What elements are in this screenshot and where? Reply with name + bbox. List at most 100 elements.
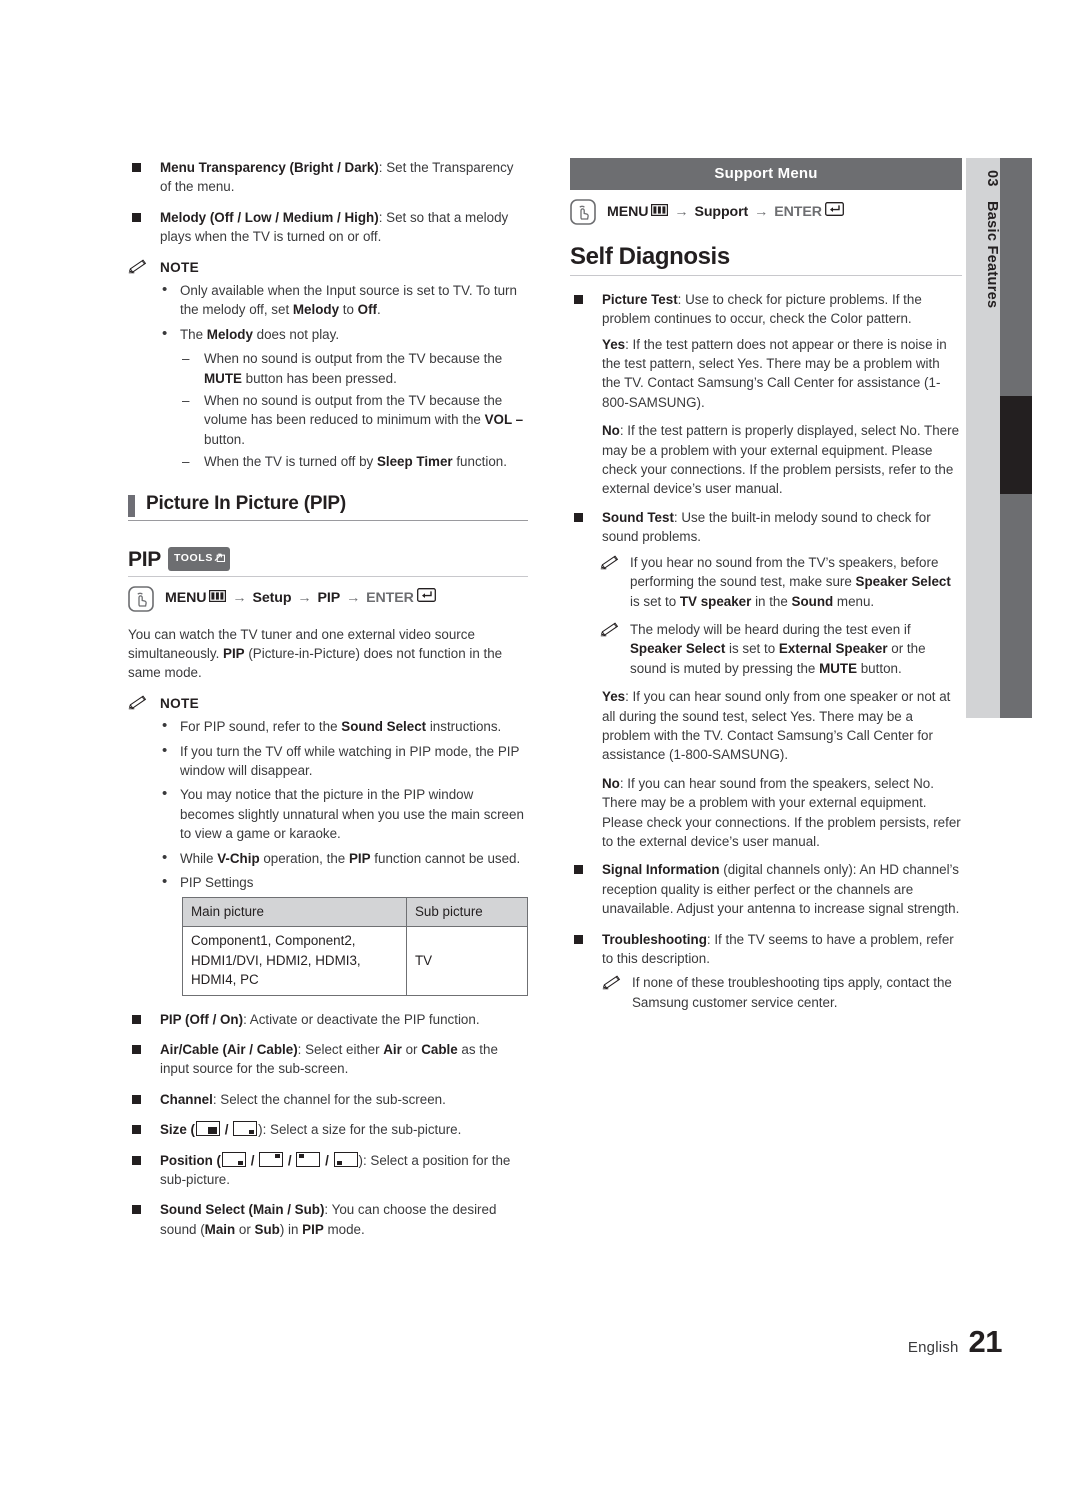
sound-test-yes-label: Yes [602, 689, 626, 705]
pip-note-bold: V-Chip [217, 850, 260, 866]
menu-transparency-label: Menu Transparency (Bright / Dark) [160, 160, 379, 175]
troubleshooting-item: Troubleshooting: If the TV seems to have… [570, 930, 962, 969]
note-label: NOTE [160, 259, 199, 275]
path-step-support: Support [694, 203, 749, 220]
pip-option-size: Size ( / ): Select a size for the sub-pi… [128, 1120, 528, 1139]
pip-settings-table: Main picture Sub picture Component1, Com… [182, 897, 528, 996]
dot-bullet-icon: • [162, 872, 168, 890]
pip-option-text-mid: or [235, 1221, 255, 1237]
pip-subtitle: PIP [128, 548, 161, 572]
pip-option-channel: Channel: Select the channel for the sub-… [128, 1090, 528, 1109]
square-bullet-icon [132, 1125, 141, 1135]
pip-option-label: PIP (Off / On) [160, 1011, 244, 1027]
path-arrow: → [232, 589, 247, 606]
melody-item: Melody (Off / Low / Medium / High): Set … [128, 208, 528, 247]
pip-option-label: Channel [160, 1091, 213, 1107]
pip-note-heading: NOTE [128, 694, 528, 713]
dash-bullet-icon: – [182, 351, 190, 367]
sound-test-no-text: : If you can hear sound from the speaker… [602, 775, 961, 849]
square-bullet-icon [132, 1045, 141, 1054]
pip-note-label: NOTE [160, 695, 199, 711]
sound-note-text-post: menu. [833, 593, 875, 609]
pip-note-text: If you turn the TV off while watching in… [180, 743, 520, 778]
pip-size-small-icon [233, 1121, 258, 1137]
pencil-icon [600, 555, 619, 570]
pip-subheading: PIP TOOLS [128, 547, 528, 577]
chapter-tab-text: 03 Basic Features [966, 158, 1000, 718]
menu-transparency-item: Menu Transparency (Bright / Dark): Set t… [128, 158, 528, 197]
square-bullet-icon [132, 1014, 141, 1024]
dot-bullet-icon: • [162, 741, 168, 759]
sound-note-text-mid: is set to [630, 593, 680, 609]
pip-note-item: • While V-Chip operation, the PIP functi… [156, 849, 528, 868]
melody-dash-item: – When no sound is output from the TV be… [182, 391, 528, 449]
note-heading: NOTE [128, 258, 528, 277]
table-cell-main: Component1, Component2, HDMI1/DVI, HDMI2… [182, 926, 407, 996]
note-bold: Melody [206, 326, 253, 342]
melody-label: Melody (Off / Low / Medium / High) [160, 209, 379, 225]
pip-option-sound-select: Sound Select (Main / Sub): You can choos… [128, 1200, 528, 1239]
table-row: Component1, Component2, HDMI1/DVI, HDMI2… [182, 926, 528, 996]
chapter-title: Basic Features [984, 200, 1000, 309]
note-text-post: . [377, 302, 381, 318]
troubleshooting-label: Troubleshooting [602, 931, 707, 947]
pip-settings-label: PIP Settings [180, 874, 254, 890]
dash-text: When no sound is output from the TV beca… [204, 351, 503, 367]
table-header-sub: Sub picture [406, 897, 528, 928]
pip-option-pip: PIP (Off / On): Activate or deactivate t… [128, 1010, 528, 1029]
sound-note-bold-3: Sound [791, 593, 834, 609]
troubleshooting-note: If none of these troubleshooting tips ap… [602, 973, 962, 1012]
menu-grid-icon [651, 203, 669, 222]
troubleshooting-note-text: If none of these troubleshooting tips ap… [632, 975, 952, 1010]
chapter-side-tab: 03 Basic Features [966, 158, 1032, 718]
sound-note-bold-1: Speaker Select [855, 574, 951, 590]
melody-dash-item: – When the TV is turned off by Sleep Tim… [182, 452, 528, 471]
note-bold-2: Off [357, 302, 377, 318]
pip-option-label: Sound Select (Main / Sub) [160, 1202, 325, 1218]
pip-option-text-mid: or [401, 1042, 422, 1057]
pip-position-bottom-right-icon [222, 1151, 247, 1167]
sound-test-no: No: If you can hear sound from the speak… [602, 774, 962, 852]
pip-option-text-mid2: ) in [279, 1221, 303, 1237]
pip-note-text-mid: operation, the [259, 850, 349, 866]
dot-bullet-icon: • [162, 324, 168, 342]
pip-section-title: Picture In Picture (PIP) [146, 492, 347, 514]
dash-bullet-icon: – [182, 393, 190, 409]
pip-note-text-post: function cannot be used. [370, 850, 521, 866]
note-bold: Melody [292, 302, 340, 318]
sound-test-yes: Yes: If you can hear sound only from one… [602, 687, 962, 765]
picture-test-no-text: : If the test pattern is properly displa… [602, 423, 960, 497]
pip-note-item: • For PIP sound, refer to the Sound Sele… [156, 717, 528, 736]
dot-bullet-icon: • [162, 785, 168, 803]
square-bullet-icon [132, 1205, 141, 1215]
pip-intro-bold: PIP [223, 645, 245, 661]
path-arrow: → [297, 589, 312, 606]
dash-bold: Sleep Timer [376, 454, 453, 470]
square-bullet-icon [574, 934, 583, 944]
dot-bullet-icon: • [162, 717, 168, 735]
picture-test-no-label: No [602, 423, 620, 439]
pip-note-text: While [180, 850, 218, 866]
dash-text-post: button has been pressed. [241, 370, 397, 386]
pip-note-item: • If you turn the TV off while watching … [156, 742, 528, 781]
pip-option-bold-sub: Sub [254, 1221, 280, 1237]
table-header-main: Main picture [182, 897, 407, 928]
pip-option-bold-pip: PIP [302, 1221, 324, 1237]
pip-menu-path: MENU → Setup → PIP → ENTER [128, 585, 528, 612]
pip-note-bold: Sound Select [341, 719, 427, 735]
pencil-icon [602, 975, 621, 990]
enter-key-icon [416, 588, 436, 608]
note-text: The [180, 326, 207, 342]
pip-position-top-right-icon [259, 1151, 284, 1167]
manual-page: Menu Transparency (Bright / Dark): Set t… [0, 0, 1080, 1494]
dot-bullet-icon: • [162, 848, 168, 866]
pip-note-item: • You may notice that the picture in the… [156, 785, 528, 843]
pip-option-text-post: mode. [323, 1221, 365, 1237]
table-cell-sub: TV [406, 926, 528, 996]
pip-option-text: : Select either [297, 1042, 384, 1057]
pip-size-large-icon [195, 1121, 220, 1137]
pip-option-label: Air/Cable (Air / Cable) [160, 1042, 298, 1057]
dash-text-post: function. [452, 454, 507, 470]
pip-intro-paragraph: You can watch the TV tuner and one exter… [128, 625, 528, 683]
path-arrow: → [674, 203, 689, 220]
